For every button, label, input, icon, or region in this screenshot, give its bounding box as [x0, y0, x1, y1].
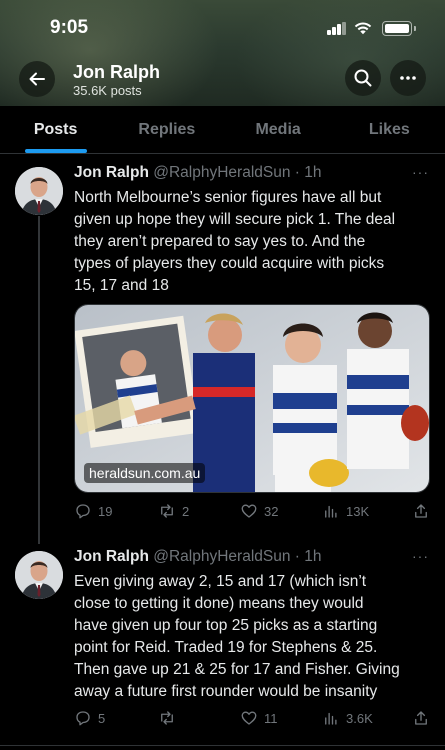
profile-name: Jon Ralph — [73, 62, 161, 82]
tab-media[interactable]: Media — [223, 106, 334, 153]
reply-count: 5 — [98, 710, 106, 726]
share-button[interactable] — [412, 709, 430, 727]
more-horizontal-icon — [400, 76, 416, 80]
repost-count: 2 — [182, 503, 190, 519]
views-button[interactable]: 3.6K — [322, 709, 373, 727]
views-chart-icon — [325, 712, 337, 725]
tweet-time: · 1h — [294, 548, 322, 565]
reply-button[interactable]: 19 — [74, 502, 112, 520]
tweet-text: North Melbourne’s senior figures have al… — [74, 189, 396, 294]
views-count: 3.6K — [346, 710, 373, 726]
status-bar: 9:05 — [0, 0, 445, 56]
tweet-media-image[interactable]: heraldsun.com.au — [74, 304, 430, 493]
tab-likes-label: Likes — [368, 120, 410, 138]
status-time: 9:05 — [50, 17, 89, 38]
tweet-author-name[interactable]: Jon Ralph — [74, 164, 149, 181]
tweet-author-handle[interactable]: @RalphyHeraldSun — [153, 164, 290, 181]
tab-posts-label: Posts — [33, 120, 78, 138]
tweet-meta: Jon Ralph @RalphyHeraldSun · 1h — [74, 164, 322, 182]
tab-posts[interactable]: Posts — [0, 106, 111, 153]
tweet-actions: 5 11 3.6K — [74, 709, 436, 731]
tab-media-label: Media — [255, 120, 301, 138]
heart-icon — [241, 711, 257, 725]
feed-divider — [0, 745, 445, 746]
reply-button[interactable]: 5 — [74, 709, 105, 727]
thread-connector-line — [38, 216, 40, 544]
like-button[interactable]: 32 — [240, 502, 278, 520]
tweet-meta: Jon Ralph @RalphyHeraldSun · 1h — [74, 548, 322, 566]
wifi-icon — [354, 22, 372, 35]
repost-icon — [161, 711, 173, 725]
reply-count: 19 — [98, 503, 113, 519]
avatar-photo — [15, 551, 63, 599]
profile-tabs: Posts Replies Media Likes — [0, 106, 445, 154]
cellular-signal-icon — [327, 22, 347, 35]
share-icon — [415, 711, 427, 725]
repost-button[interactable]: 2 — [158, 502, 189, 520]
like-count: 32 — [264, 503, 279, 519]
like-button[interactable]: 11 — [240, 709, 278, 727]
tweet-time: · 1h — [294, 164, 322, 181]
tweet-more-button[interactable]: ··· — [412, 548, 429, 564]
views-count: 13K — [346, 503, 370, 519]
tweet-text: Even giving away 2, 15 and 17 (which isn… — [74, 573, 400, 700]
heart-icon — [241, 504, 257, 518]
tab-replies[interactable]: Replies — [111, 106, 222, 153]
avatar[interactable] — [15, 167, 63, 215]
active-tab-indicator — [24, 149, 87, 153]
share-icon — [415, 504, 427, 518]
views-chart-icon — [325, 505, 337, 518]
media-watermark: heraldsun.com.au — [84, 463, 206, 483]
avatar-photo — [15, 167, 63, 215]
avatar[interactable] — [15, 551, 63, 599]
repost-icon — [161, 504, 173, 518]
back-button[interactable] — [19, 61, 55, 97]
reply-icon — [76, 504, 90, 519]
search-icon — [354, 69, 372, 87]
more-options-button[interactable] — [390, 60, 426, 96]
tweet-actions: 19 2 32 13K — [74, 502, 436, 524]
like-count: 11 — [264, 710, 278, 726]
tab-likes[interactable]: Likes — [334, 106, 445, 153]
profile-post-count: 35.6K posts — [73, 83, 142, 98]
battery-icon — [382, 21, 416, 36]
reply-icon — [76, 711, 90, 726]
tweet-author-handle[interactable]: @RalphyHeraldSun — [153, 548, 290, 565]
views-button[interactable]: 13K — [322, 502, 369, 520]
search-button[interactable] — [345, 60, 381, 96]
tweet-author-name[interactable]: Jon Ralph — [74, 548, 149, 565]
repost-button[interactable] — [158, 709, 182, 727]
tab-replies-label: Replies — [138, 120, 196, 138]
tweet-more-button[interactable]: ··· — [412, 164, 429, 180]
share-button[interactable] — [412, 502, 430, 520]
arrow-left-icon — [29, 72, 45, 86]
